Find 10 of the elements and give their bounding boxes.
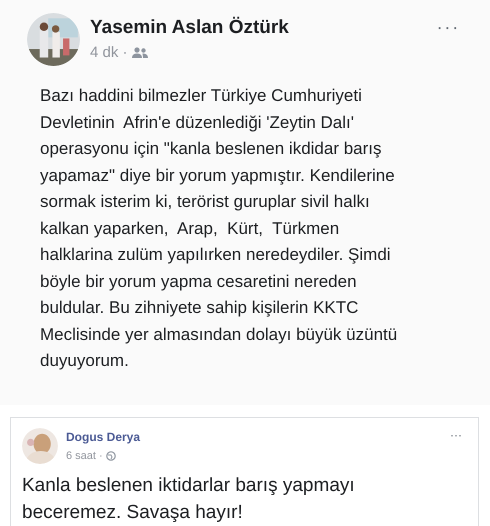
post-text: Bazı haddini bilmezler Türkiye Cumhuriyeti Devletinin Afrin'e düzenlediği 'Zeytin Dalı' operasyonu için "kanla beslenen ikdidar barış yapamaz" diye bir yorum yapmıştır. Kendilerine sormak isterim ki, terörist guruplar sivil halkı kalkan yaparken, Arap, Kürt, Türkmen halklarina zulüm yapılırken neredeydiler. Şimdi böyle bir yorum yapma cesaretini nereden buldular. Bu zihniyete sahip kişilerin KKTC Meclisinde yer almasından dolayı büyük üzüntü duyuyorum. (39, 85, 398, 372)
friends-icon (132, 47, 148, 60)
post-time[interactable]: 6 saat · (66, 448, 103, 464)
post-text: Kanla beslenen iktidarlar barış yapmayı beceremez. Savaşa hayır! (21, 474, 356, 525)
author-name[interactable]: Dogus Derya (66, 428, 140, 444)
more-button[interactable]: ··· (450, 428, 462, 442)
post-time[interactable]: 4 dk · (90, 42, 128, 64)
author-name[interactable]: Yasemin Aslan Öztürk (90, 16, 289, 40)
globe-icon (106, 450, 116, 461)
more-button[interactable]: ··· (436, 17, 460, 37)
